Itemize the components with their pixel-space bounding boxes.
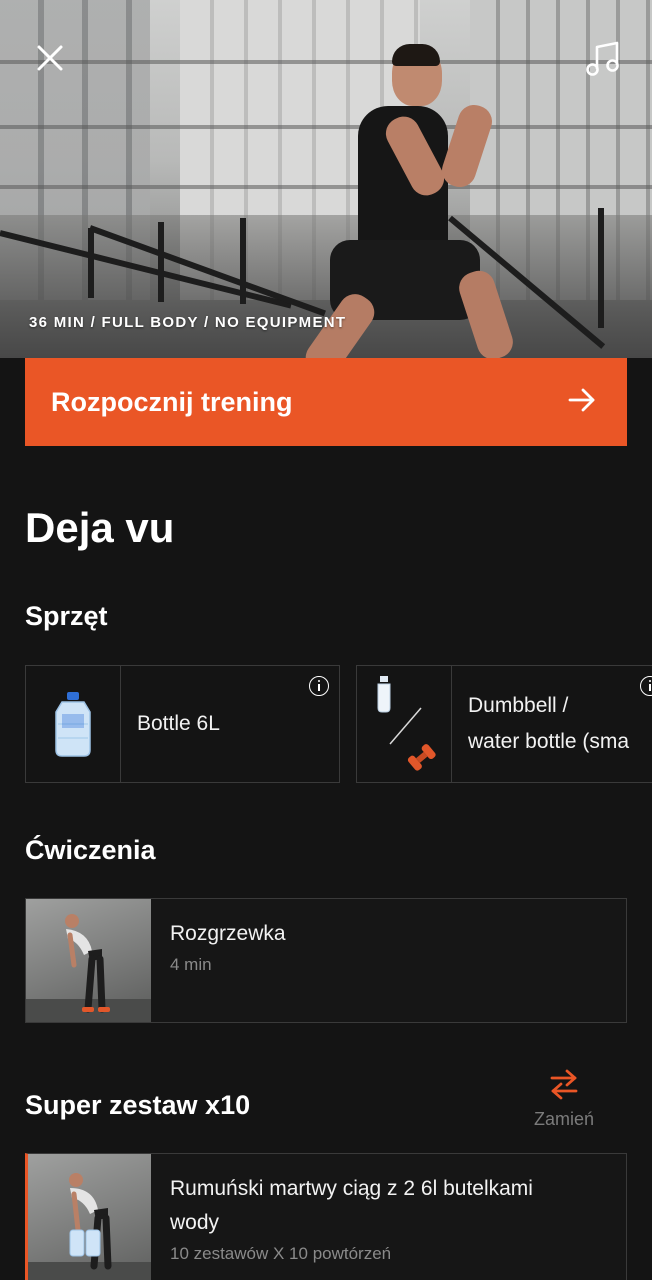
equipment-label-line: Dumbbell / xyxy=(468,694,569,717)
equipment-label: Bottle 6L xyxy=(137,712,220,735)
exercise-card-rdl[interactable]: Rumuński martwy ciąg z 2 6l butelkami wo… xyxy=(25,1153,627,1280)
equipment-label-line: water bottle (sma xyxy=(468,730,630,753)
swap-button[interactable]: Zamień xyxy=(526,1068,602,1130)
hero-railing-post xyxy=(158,222,164,302)
superset-heading: Super zestaw x10 xyxy=(25,1090,251,1120)
exercise-detail: 10 zestawów X 10 powtórzeń xyxy=(170,1244,392,1263)
equipment-heading: Sprzęt xyxy=(25,601,108,631)
close-icon[interactable] xyxy=(30,38,70,78)
exercise-name: Rozgrzewka xyxy=(170,922,286,945)
exercise-card-warmup[interactable]: Rozgrzewka 4 min xyxy=(25,898,627,1023)
exercise-duration: 4 min xyxy=(170,955,212,974)
info-icon[interactable] xyxy=(640,676,652,696)
exercise-thumbnail xyxy=(26,899,151,1022)
athlete-hair xyxy=(392,44,440,66)
exercise-info: Rumuński martwy ciąg z 2 6l butelkami wo… xyxy=(151,1154,551,1280)
workout-title: Deja vu xyxy=(25,504,175,551)
hero-image: 36 MIN / FULL BODY / NO EQUIPMENT xyxy=(0,0,652,358)
start-workout-button[interactable]: Rozpocznij trening xyxy=(25,358,627,446)
workout-meta: 36 MIN / FULL BODY / NO EQUIPMENT xyxy=(29,314,347,331)
hero-railing-post xyxy=(598,208,604,328)
info-icon[interactable] xyxy=(309,676,329,696)
hero-athlete xyxy=(299,40,520,358)
start-workout-label: Rozpocznij trening xyxy=(51,386,293,417)
hero-railing-post xyxy=(240,218,246,304)
arrow-right-icon xyxy=(567,385,597,420)
exercise-name: Rumuński martwy ciąg z 2 6l butelkami xyxy=(170,1177,533,1200)
water-jug-icon xyxy=(26,666,121,782)
exercises-heading: Ćwiczenia xyxy=(25,835,156,865)
music-note-icon[interactable] xyxy=(582,38,624,80)
exercise-name: wody xyxy=(170,1211,220,1234)
equipment-card-bottle[interactable]: Bottle 6L xyxy=(25,665,340,783)
exercise-thumbnail xyxy=(28,1154,151,1280)
swap-arrows-icon xyxy=(550,1069,578,1100)
dumbbell-bottle-icon xyxy=(357,666,452,782)
exercise-info: Rozgrzewka 4 min xyxy=(151,899,304,1022)
equipment-label: Dumbbell / water bottle (sma xyxy=(452,666,629,782)
swap-label: Zamień xyxy=(533,1109,595,1129)
hero-railing-post xyxy=(88,228,94,298)
equipment-card-dumbbell[interactable]: Dumbbell / water bottle (sma xyxy=(356,665,652,783)
